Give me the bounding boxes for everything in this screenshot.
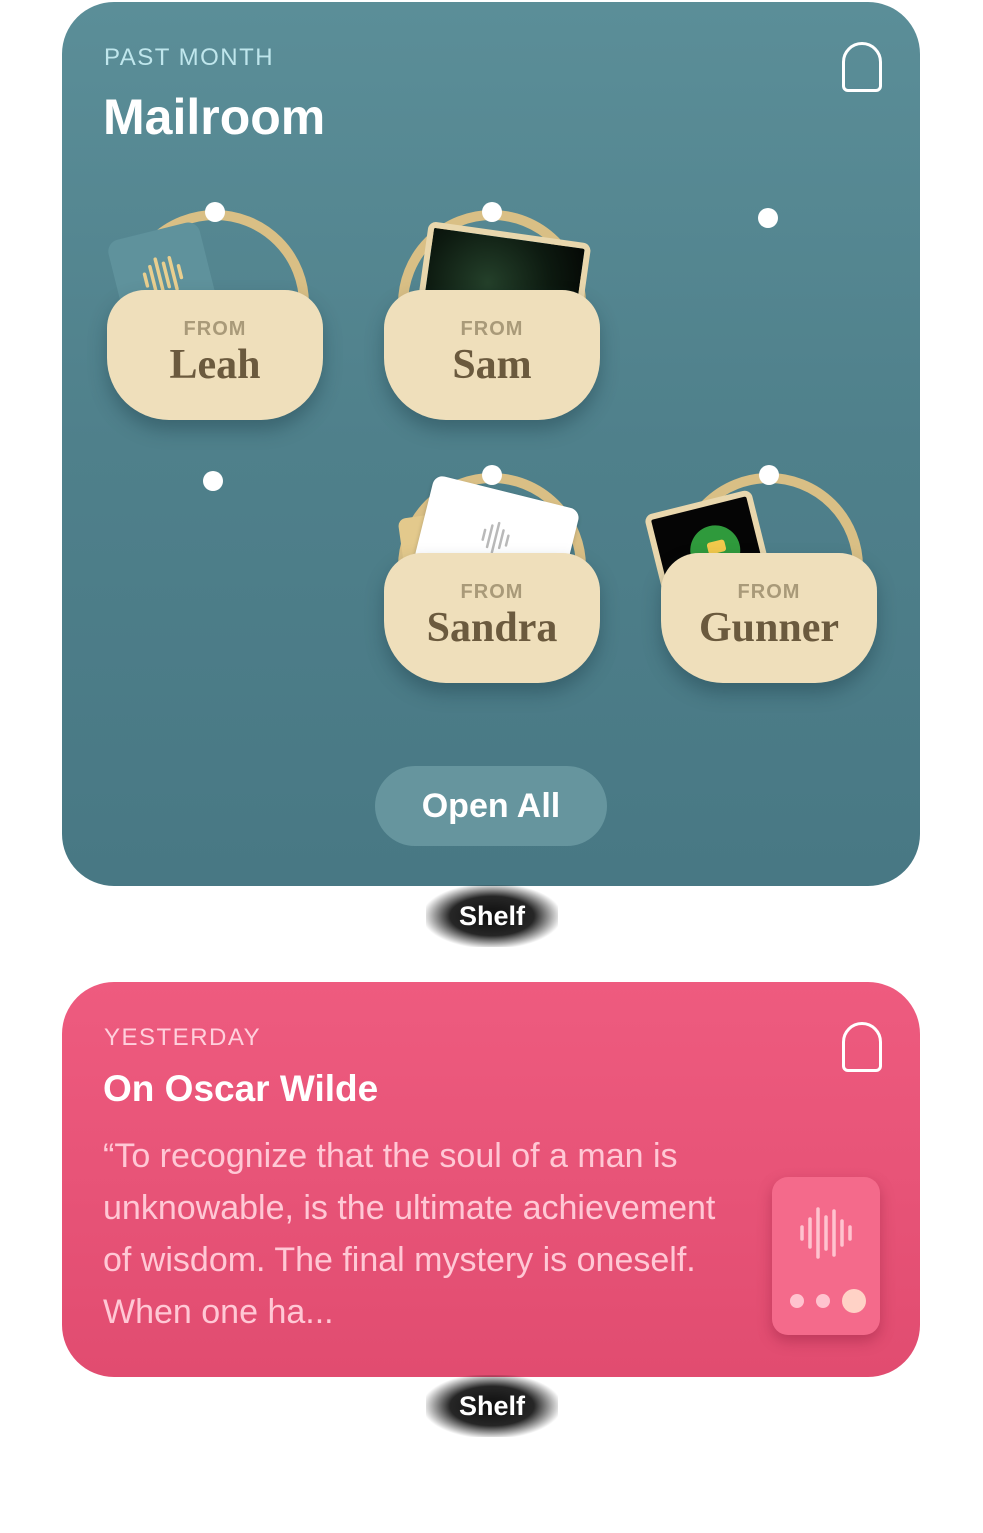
basket-pin xyxy=(482,465,502,485)
basket-leah[interactable]: FROM Leah xyxy=(105,202,323,440)
basket-pin xyxy=(482,202,502,222)
from-label: FROM xyxy=(183,318,247,340)
dot xyxy=(816,1294,830,1308)
from-label: FROM xyxy=(737,581,801,603)
audio-player-icon xyxy=(772,1177,880,1335)
mailbox-icon xyxy=(842,1022,882,1072)
quote-eyebrow: YESTERDAY xyxy=(104,1024,262,1051)
basket-pin xyxy=(205,202,225,222)
basket-pocket: FROM Gunner xyxy=(661,553,877,683)
basket-sam[interactable]: FROM Sam xyxy=(384,202,600,440)
basket-pocket: FROM Sam xyxy=(384,290,600,420)
basket-pocket: FROM Sandra xyxy=(384,553,600,683)
player-dots xyxy=(790,1289,866,1313)
empty-slot-pin xyxy=(203,471,223,491)
from-label: FROM xyxy=(460,581,524,603)
quote-widget[interactable]: YESTERDAY On Oscar Wilde “To recognize t… xyxy=(62,982,920,1377)
sender-name: Leah xyxy=(169,342,261,388)
mailroom-widget[interactable]: PAST MONTH Mailroom FROM Leah FROM Sam F… xyxy=(62,2,920,886)
sender-name: Sandra xyxy=(426,605,558,651)
basket-pin xyxy=(759,465,779,485)
mailroom-title: Mailroom xyxy=(103,89,326,145)
open-all-button[interactable]: Open All xyxy=(375,766,607,846)
basket-sandra[interactable]: FROM Sandra xyxy=(384,465,600,703)
dot xyxy=(842,1289,866,1313)
shelf-label: Shelf xyxy=(426,1375,558,1437)
from-label: FROM xyxy=(460,318,524,340)
mailroom-eyebrow: PAST MONTH xyxy=(104,44,275,71)
quote-excerpt: “To recognize that the soul of a man is … xyxy=(103,1137,716,1331)
shelf-label: Shelf xyxy=(426,885,558,947)
sender-name: Sam xyxy=(452,342,532,388)
quote-title: On Oscar Wilde xyxy=(103,1068,379,1109)
basket-pocket: FROM Leah xyxy=(107,290,323,420)
basket-gunner[interactable]: FROM Gunner xyxy=(643,465,877,703)
sender-name: Gunner xyxy=(698,605,840,651)
empty-slot-pin xyxy=(758,208,778,228)
dot xyxy=(790,1294,804,1308)
mailbox-icon xyxy=(842,42,882,92)
